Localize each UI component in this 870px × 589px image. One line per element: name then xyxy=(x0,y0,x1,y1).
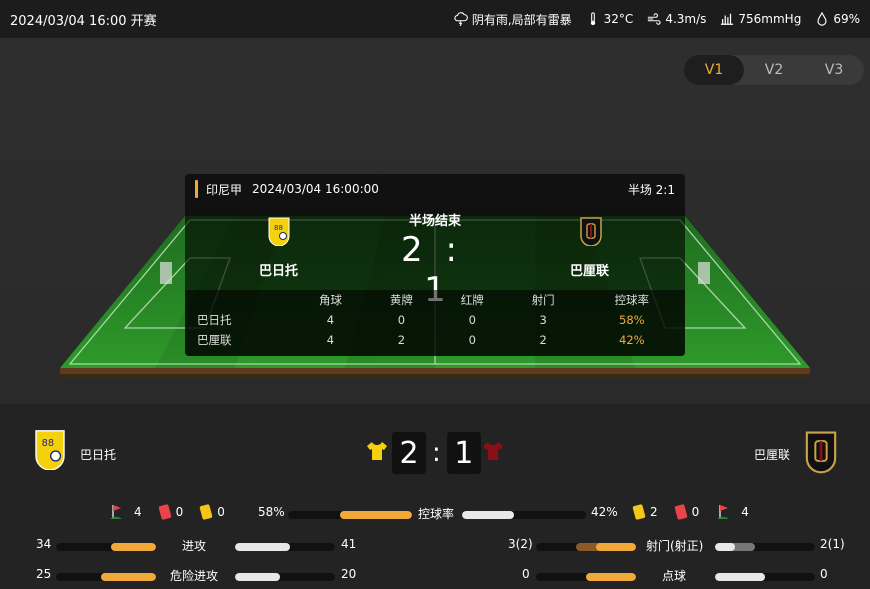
home-score: 2 xyxy=(392,432,426,474)
thunderstorm-icon xyxy=(454,12,468,26)
pressure: 756mmHg xyxy=(720,12,801,26)
score-colon: : xyxy=(432,438,441,468)
cell: 4 xyxy=(326,333,335,347)
stat-home-bar xyxy=(536,543,636,551)
temperature: 32°C xyxy=(586,12,634,26)
stat-label: 射门(射正) xyxy=(646,539,704,553)
home-score: 2 xyxy=(401,230,423,270)
wind: 4.3m/s xyxy=(647,12,706,26)
cell: 0 xyxy=(468,313,476,327)
summary-score: 2 : 1 xyxy=(392,432,481,474)
stat-row-shots: 3(2) 射门(射正) 2(1) xyxy=(0,537,870,557)
away-team-name: 巴厘联 xyxy=(754,448,791,462)
row-team: 巴厘联 xyxy=(197,333,232,347)
cell: 4 xyxy=(326,313,335,327)
stat-home-value: 0 xyxy=(522,567,530,581)
temperature-value: 32°C xyxy=(603,12,634,26)
home-team-logo: 88 xyxy=(268,217,290,246)
match-status: 半场结束 xyxy=(408,214,461,229)
match-datetime: 2024/03/04 16:00:00 xyxy=(252,182,379,196)
table-row: 巴日托 4 0 0 3 58% xyxy=(185,310,685,330)
stat-home-value: 3(2) xyxy=(508,537,533,551)
stat-away-bar xyxy=(715,573,815,581)
thermometer-icon xyxy=(590,12,595,26)
away-team-logo xyxy=(580,217,602,246)
stat-away-bar xyxy=(715,543,815,551)
row-team: 巴日托 xyxy=(197,313,232,327)
svg-text:88: 88 xyxy=(42,438,54,449)
cell: 58% xyxy=(619,313,645,327)
weather-info: 阴有雨,局部有雷暴 32°C 4.3m/s 756mmHg 69% xyxy=(454,11,860,28)
cell: 0 xyxy=(397,313,406,327)
col-red: 红牌 xyxy=(460,293,484,307)
wind-icon xyxy=(648,13,661,25)
accent-bar xyxy=(195,180,198,198)
table-row: 巴厘联 4 2 0 2 42% xyxy=(185,330,685,350)
half-time-score: 半场 2:1 xyxy=(627,182,675,197)
match-summary: 88 巴日托 巴厘联 2 : 1 4 0 0 2 0 4 58% 控球率 42%… xyxy=(0,404,870,589)
home-team-name: 巴日托 xyxy=(259,264,299,279)
stat-away-value: 2(1) xyxy=(820,537,845,551)
away-shirt-icon xyxy=(483,442,503,460)
col-possession: 控球率 xyxy=(614,293,650,307)
scoreboard-main: 半场结束 88 巴日托 2 : 1 巴厘联 xyxy=(185,204,685,310)
scoreboard-stats: 角球 黄牌 红牌 射门 控球率 巴日托 4 0 0 3 58% 巴厘联 4 2 … xyxy=(185,290,685,356)
weather-text: 阴有雨,局部有雷暴 xyxy=(471,12,572,27)
stats-header-row: 角球 黄牌 红牌 射门 控球率 xyxy=(185,290,685,310)
stat-row-penalties: 0 点球 0 xyxy=(0,567,870,587)
wind-value: 4.3m/s xyxy=(665,12,707,26)
match-start-time: 2024/03/04 16:00 开赛 xyxy=(10,13,157,29)
humidity-value: 69% xyxy=(833,12,860,26)
cell: 0 xyxy=(468,333,476,347)
stat-away-bar xyxy=(462,511,586,519)
stats-table: 角球 黄牌 红牌 射门 控球率 巴日托 4 0 0 3 58% 巴厘联 4 2 … xyxy=(185,290,685,350)
stat-row-possession: 58% 控球率 42% xyxy=(0,505,870,525)
weather-condition: 阴有雨,局部有雷暴 xyxy=(454,11,572,28)
away-team-name: 巴厘联 xyxy=(570,264,610,279)
col-shots: 射门 xyxy=(531,293,555,307)
stat-home-bar xyxy=(288,511,412,519)
away-team-logo xyxy=(805,431,837,474)
humidity: 69% xyxy=(815,12,860,26)
cell: 2 xyxy=(539,333,547,347)
scoreboard-header: 印尼甲 2024/03/04 16:00:00 半场 2:1 xyxy=(185,174,685,204)
top-bar: 2024/03/04 16:00 开赛 阴有雨,局部有雷暴 32°C 4.3m/… xyxy=(0,0,870,38)
home-team-logo: 88 xyxy=(35,430,65,470)
scoreboard: 印尼甲 2024/03/04 16:00:00 半场 2:1 半场结束 88 巴… xyxy=(185,174,685,356)
version-tab-v2[interactable]: V2 xyxy=(744,55,804,85)
version-tab-v3[interactable]: V3 xyxy=(804,55,864,85)
league-name: 印尼甲 xyxy=(206,182,243,197)
pressure-icon xyxy=(721,13,734,25)
score-colon: : xyxy=(445,230,457,270)
home-shirt-icon xyxy=(367,442,387,460)
version-tab-v1[interactable]: V1 xyxy=(684,55,744,85)
match-stage: V1 V2 V3 印尼甲 2024/03/04 16:00:00 半场 2:1 … xyxy=(0,38,870,404)
cell: 2 xyxy=(397,333,406,347)
cell: 3 xyxy=(539,313,547,327)
col-corners: 角球 xyxy=(318,293,342,307)
stat-home-bar xyxy=(536,573,636,581)
stat-away-value: 0 xyxy=(820,567,828,581)
stat-away-value: 42% xyxy=(591,505,618,519)
version-switcher: V1 V2 V3 xyxy=(684,55,864,85)
col-yellow: 黄牌 xyxy=(389,293,413,307)
home-team-name: 巴日托 xyxy=(80,448,117,462)
svg-text:88: 88 xyxy=(274,224,283,232)
cell: 42% xyxy=(619,333,645,347)
stat-label: 控球率 xyxy=(418,507,455,521)
stat-label: 点球 xyxy=(662,569,687,583)
away-score: 1 xyxy=(446,432,481,474)
stat-home-value: 58% xyxy=(258,505,285,519)
pressure-value: 756mmHg xyxy=(738,12,802,26)
droplet-icon xyxy=(817,12,827,26)
